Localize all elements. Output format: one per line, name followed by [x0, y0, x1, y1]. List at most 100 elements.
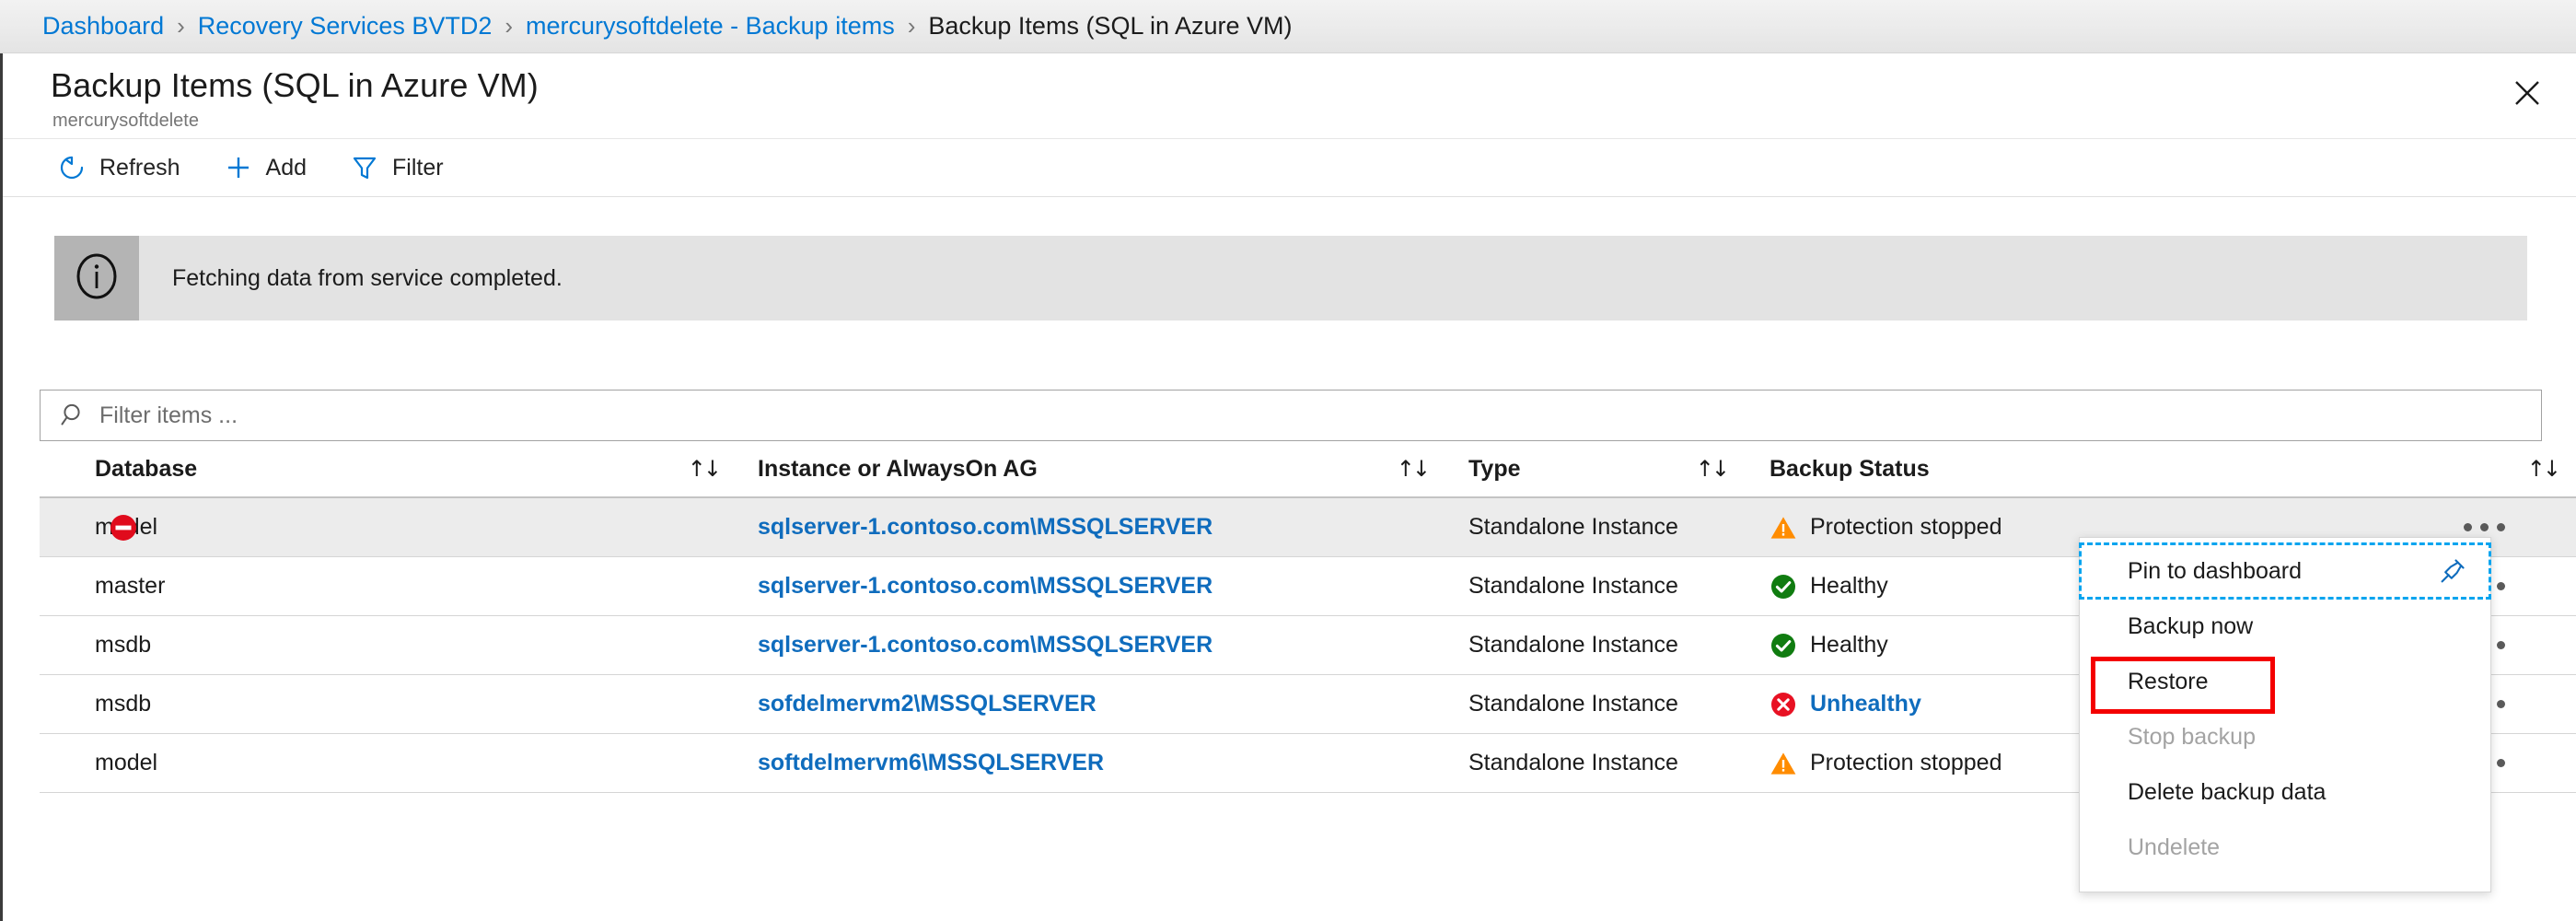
add-button[interactable]: Add — [210, 146, 319, 190]
search-icon — [59, 401, 88, 430]
add-label: Add — [266, 155, 307, 181]
status-text: Protection stopped — [1810, 514, 2002, 541]
menu-item-label: Restore — [2128, 669, 2209, 695]
column-label: Type — [1468, 456, 1521, 483]
info-icon — [71, 251, 122, 307]
sort-icon[interactable]: ↑↓ — [688, 456, 719, 482]
column-label: Database — [95, 456, 197, 483]
breadcrumb-item-backup-items[interactable]: mercurysoftdelete - Backup items — [526, 12, 895, 41]
cell-instance: softdelmervm6\MSSQLSERVER — [739, 750, 1448, 776]
cell-database: master — [40, 573, 739, 600]
cell-database: msdb — [40, 691, 739, 717]
cell-database: msdb — [40, 632, 739, 659]
healthy-icon — [1770, 632, 1797, 659]
context-menu-item-undelete: Undelete — [2080, 820, 2490, 875]
close-icon — [2513, 79, 2541, 107]
breadcrumb-item-current: Backup Items (SQL in Azure VM) — [928, 12, 1292, 41]
banner-message: Fetching data from service completed. — [139, 236, 563, 321]
context-menu-item-backup-now[interactable]: Backup now — [2080, 599, 2490, 654]
page-title: Backup Items (SQL in Azure VM) — [51, 66, 539, 105]
azure-portal-blade: Dashboard › Recovery Services BVTD2 › me… — [0, 0, 2576, 921]
status-badge: Protection stopped — [1770, 750, 2002, 777]
database-name: model — [95, 750, 157, 776]
unhealthy-icon — [1770, 691, 1797, 718]
column-header-backup-status[interactable]: Backup Status ↑↓ — [1747, 456, 2576, 483]
cell-instance: sqlserver-1.contoso.com\MSSQLSERVER — [739, 573, 1448, 600]
database-name: msdb — [95, 632, 151, 659]
refresh-button[interactable]: Refresh — [43, 146, 193, 190]
instance-link[interactable]: sqlserver-1.contoso.com\MSSQLSERVER — [758, 632, 1213, 658]
command-bar: Refresh Add Filter — [3, 138, 2576, 197]
instance-link[interactable]: sqlserver-1.contoso.com\MSSQLSERVER — [758, 573, 1213, 599]
cell-database: model — [40, 750, 739, 776]
status-badge: Protection stopped — [1770, 514, 2002, 542]
banner-icon-container — [54, 236, 139, 321]
status-badge: Healthy — [1770, 632, 1888, 659]
cell-instance: sofdelmervm2\MSSQLSERVER — [739, 691, 1448, 717]
type-text: Standalone Instance — [1468, 514, 1678, 540]
context-menu-item-restore[interactable]: Restore — [2080, 654, 2490, 709]
context-menu-item-stop-backup: Stop backup — [2080, 709, 2490, 764]
funnel-icon — [349, 152, 380, 183]
status-banner: Fetching data from service completed. — [54, 236, 2527, 321]
type-text: Standalone Instance — [1468, 632, 1678, 658]
row-context-menu: Pin to dashboard Backup now Restore — [2079, 537, 2491, 892]
instance-link[interactable]: sqlserver-1.contoso.com\MSSQLSERVER — [758, 514, 1213, 540]
instance-link[interactable]: softdelmervm6\MSSQLSERVER — [758, 750, 1104, 775]
blade-container: Backup Items (SQL in Azure VM) mercuryso… — [0, 53, 2576, 921]
database-name: master — [95, 573, 165, 600]
filter-items-box[interactable] — [40, 390, 2542, 441]
cell-type: Standalone Instance — [1448, 750, 1747, 776]
close-blade-button[interactable] — [2501, 66, 2554, 120]
breadcrumb-item-dashboard[interactable]: Dashboard — [42, 12, 164, 41]
cell-type: Standalone Instance — [1448, 632, 1747, 659]
menu-item-label: Stop backup — [2128, 724, 2256, 751]
status-text: Healthy — [1810, 573, 1888, 600]
filter-label: Filter — [392, 155, 444, 181]
column-header-database[interactable]: Database ↑↓ — [40, 456, 739, 483]
status-badge: Unhealthy — [1770, 691, 1921, 718]
column-label: Backup Status — [1770, 456, 1930, 483]
healthy-icon — [1770, 573, 1797, 600]
status-badge: Healthy — [1770, 573, 1888, 600]
menu-item-label: Delete backup data — [2128, 779, 2326, 806]
column-header-instance[interactable]: Instance or AlwaysOn AG ↑↓ — [739, 456, 1448, 483]
refresh-label: Refresh — [99, 155, 180, 181]
breadcrumb: Dashboard › Recovery Services BVTD2 › me… — [0, 0, 2576, 53]
sort-icon[interactable]: ↑↓ — [1696, 456, 1727, 482]
instance-link[interactable]: sofdelmervm2\MSSQLSERVER — [758, 691, 1097, 717]
breadcrumb-separator-icon: › — [177, 12, 185, 41]
stop-circle-icon — [108, 512, 139, 543]
pin-icon — [2435, 554, 2470, 589]
context-menu-item-pin-to-dashboard[interactable]: Pin to dashboard — [2080, 543, 2490, 599]
blade-header: Backup Items (SQL in Azure VM) mercuryso… — [3, 53, 2576, 138]
context-menu-item-delete-backup-data[interactable]: Delete backup data — [2080, 764, 2490, 820]
warning-icon — [1770, 750, 1797, 777]
sort-icon[interactable]: ↑↓ — [2527, 456, 2559, 482]
sort-icon[interactable]: ↑↓ — [1397, 456, 1428, 482]
type-text: Standalone Instance — [1468, 691, 1678, 717]
cell-instance: sqlserver-1.contoso.com\MSSQLSERVER — [739, 514, 1448, 541]
status-text[interactable]: Unhealthy — [1810, 691, 1921, 717]
ellipsis-icon[interactable] — [2464, 523, 2505, 531]
cell-type: Standalone Instance — [1448, 573, 1747, 600]
menu-item-label: Backup now — [2128, 613, 2253, 640]
cell-type: Standalone Instance — [1448, 514, 1747, 541]
table-header-row: Database ↑↓ Instance or AlwaysOn AG ↑↓ T… — [40, 441, 2576, 498]
type-text: Standalone Instance — [1468, 573, 1678, 599]
column-header-type[interactable]: Type ↑↓ — [1448, 456, 1747, 483]
database-name: msdb — [95, 691, 151, 717]
column-label: Instance or AlwaysOn AG — [758, 456, 1038, 483]
plus-icon — [223, 152, 254, 183]
page-subtitle: mercurysoftdelete — [52, 111, 199, 132]
warning-icon — [1770, 514, 1797, 542]
breadcrumb-separator-icon: › — [908, 12, 916, 41]
status-text: Protection stopped — [1810, 750, 2002, 776]
filter-button[interactable]: Filter — [336, 146, 457, 190]
refresh-icon — [56, 152, 87, 183]
search-input[interactable] — [99, 391, 2383, 440]
cell-actions — [2447, 523, 2576, 531]
status-text: Healthy — [1810, 632, 1888, 659]
breadcrumb-item-recovery-services[interactable]: Recovery Services BVTD2 — [198, 12, 493, 41]
menu-item-label: Pin to dashboard — [2128, 558, 2302, 585]
